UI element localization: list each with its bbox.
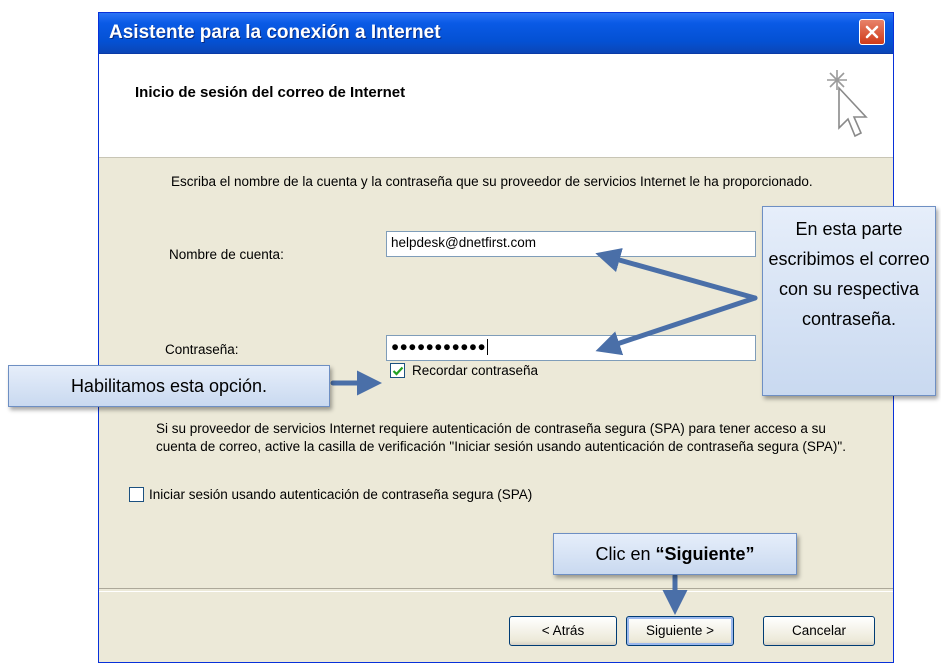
arrow-to-password	[595, 295, 758, 356]
callout-click-prefix: Clic en	[595, 544, 656, 564]
callout-account-info: En esta parte escribimos el correo con s…	[762, 206, 936, 396]
callout-click-target: “Siguiente”	[655, 544, 755, 564]
arrow-to-account	[595, 248, 758, 301]
callout-click-next: Clic en “Siguiente”	[553, 533, 797, 575]
callout-enable-option: Habilitamos esta opción.	[8, 365, 330, 407]
